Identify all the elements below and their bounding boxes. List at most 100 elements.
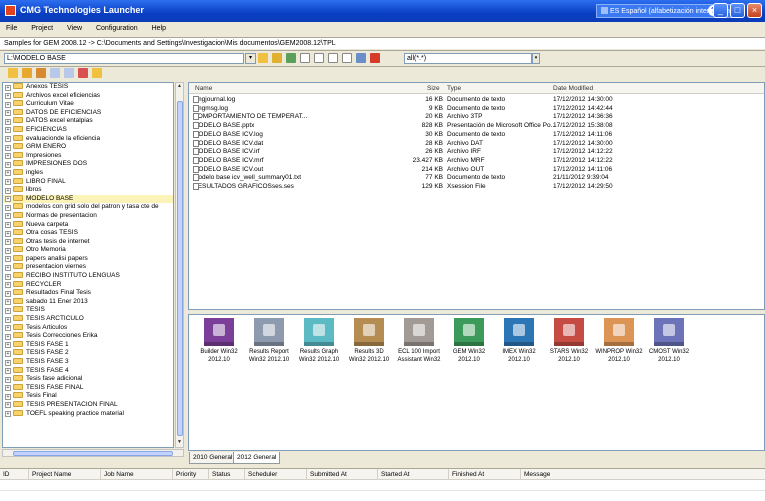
tree-folder-item[interactable]: + Resultados Final Tesis [3,289,173,298]
tree-folder-item[interactable]: + LIBRO FINAL [3,177,173,187]
tree-folder-item[interactable]: + libros [3,186,173,195]
col-status[interactable]: Status [208,469,230,480]
expand-icon[interactable]: + [5,299,11,306]
tab-2010-general[interactable]: 2010 General [189,452,237,464]
expand-icon[interactable]: + [5,204,11,211]
expand-icon[interactable]: + [5,127,11,134]
window-icon[interactable] [91,68,102,78]
small-icons-view-icon[interactable] [313,53,324,63]
file-row[interactable]: MODELO BASE ICV.irf 26 KB Archivo IRF 17/12… [189,148,764,157]
app-icon[interactable] [504,318,534,346]
menu-project[interactable]: Project [25,22,59,36]
expand-icon[interactable]: + [5,187,11,194]
expand-icon[interactable]: + [5,161,11,168]
tree-folder-item[interactable]: + TESIS FASE 1 [3,340,173,350]
delete-icon[interactable] [369,53,380,63]
col-submitted-at[interactable]: Submitted At [306,469,347,480]
expand-icon[interactable]: + [5,230,11,237]
app-launcher-item[interactable]: WINPROP Win32 2012.10 [592,318,646,364]
tree-folder-item[interactable]: + presentacion viernes [3,263,173,272]
tree-folder-item[interactable]: + TESIS FASE 4 [3,366,173,376]
tree-folder-item[interactable]: + Tesis Articulos [3,323,173,333]
tree-folder-item[interactable]: + Normas de presentacion [3,211,173,221]
hscroll-thumb[interactable] [13,451,173,456]
tree-folder-item[interactable]: + IMPRESIONES DOS [3,160,173,169]
details-view-icon[interactable] [341,53,352,63]
expand-icon[interactable]: + [5,402,11,409]
expand-icon[interactable]: + [5,256,11,263]
file-row[interactable]: cmgjournal.log 16 KB Documento de texto 17/… [189,96,764,105]
tree-folder-item[interactable]: + RECYCLER [3,280,173,290]
tree-folder-item[interactable]: + ingles [3,168,173,178]
col-id[interactable]: ID [0,469,10,480]
menu-configuration[interactable]: Configuration [90,22,144,36]
tree-folder-item[interactable]: + TESIS FASE 3 [3,358,173,367]
expand-icon[interactable]: + [5,307,11,314]
file-row[interactable]: MODELO BASE.pptx 828 KB Presentación de Mi… [189,122,764,131]
expand-icon[interactable]: + [5,170,11,177]
app-icon[interactable] [404,318,434,346]
col-type[interactable]: Type [447,83,461,94]
up-folder-icon[interactable] [271,53,282,63]
app-icon[interactable] [654,318,684,346]
col-job-name[interactable]: Job Name [100,469,134,480]
tree-folder-item[interactable]: + TESIS PRESENTACION FINAL [3,400,173,410]
col-name[interactable]: Name [195,83,212,94]
scroll-up-icon[interactable]: ▲ [176,83,183,91]
add-file-icon[interactable] [49,68,60,78]
tree-folder-item[interactable]: + Tesis Correcciones Erika [3,332,173,341]
expand-icon[interactable]: + [5,101,11,108]
large-icons-view-icon[interactable] [299,53,310,63]
expand-icon[interactable]: + [5,325,11,332]
app-icon[interactable] [204,318,234,346]
expand-icon[interactable]: + [5,368,11,375]
expand-icon[interactable]: + [5,393,11,400]
app-icon[interactable] [254,318,284,346]
expand-icon[interactable]: + [5,136,11,143]
expand-icon[interactable]: + [5,144,11,151]
app-launcher-item[interactable]: STARS Win32 2012.10 [542,318,596,364]
expand-icon[interactable]: + [5,196,11,203]
folder-tree[interactable]: + Anexos TESIS + Archivos excel eficiencias… [2,82,174,448]
open-folder-icon[interactable] [258,53,268,63]
filter-dropdown-button[interactable]: ▾ [532,53,540,64]
tree-folder-item[interactable]: + EFICIENCIAS [3,125,173,135]
col-scheduler[interactable]: Scheduler [244,469,277,480]
file-row[interactable]: MODELO BASE ICV.mrf 23.427 KB Archivo MRF 1… [189,156,764,166]
col-size[interactable]: Size [427,83,440,94]
file-row[interactable]: MODELO BASE ICV.out 214 KB Archivo OUT 17/1… [189,165,764,175]
list-view-icon[interactable] [327,53,338,63]
file-filter-select[interactable]: all(*.*) [404,53,532,64]
expand-icon[interactable]: + [5,385,11,392]
file-row[interactable]: MODELO BASE ICV.log 30 KB Documento de tex… [189,130,764,140]
tree-folder-item[interactable]: + TOEFL speaking practice material [3,409,173,419]
settings-icon[interactable] [63,68,74,78]
file-row[interactable]: RESULTADOS GRAFICOSses.ses 129 KB Xsession… [189,183,764,192]
tree-folder-item[interactable]: + modelos con grid solo del patron y tasa… [3,203,173,212]
path-dropdown-button[interactable]: ▾ [245,53,256,64]
tree-folder-item[interactable]: + papers analisi papers [3,254,173,264]
expand-icon[interactable]: + [5,359,11,366]
tab-2012-general[interactable]: 2012 General [233,452,281,464]
tree-folder-item[interactable]: + Archivos excel eficiencias [3,91,173,101]
app-icon[interactable] [554,318,584,346]
col-finished-at[interactable]: Finished At [448,469,484,480]
col-date[interactable]: Date Modified [553,83,593,94]
expand-icon[interactable]: + [5,316,11,323]
app-launcher-item[interactable]: Builder Win32 2012.10 [192,318,246,364]
file-row[interactable]: MODELO BASE ICV.dat 28 KB Archivo DAT 17/12… [189,139,764,149]
tree-folder-item[interactable]: + Otras tesis de internet [3,237,173,247]
expand-icon[interactable]: + [5,213,11,220]
save-project-icon[interactable] [35,68,46,78]
tree-folder-item[interactable]: + RECIBO INSTITUTO LENGUAS [3,272,173,281]
app-icon[interactable] [454,318,484,346]
tree-folder-item[interactable]: + Otra cosas TESIS [3,229,173,238]
file-row[interactable]: modelo base icv_well_summary01.txt 77 KB D… [189,174,764,183]
tree-folder-item[interactable]: + Nueva carpeta [3,220,173,230]
menu-help[interactable]: Help [146,22,172,36]
app-launcher-item[interactable]: Results Graph Win32 2012.10 [292,318,346,364]
expand-icon[interactable]: + [5,153,11,160]
expand-icon[interactable]: + [5,264,11,271]
app-launcher-item[interactable]: IMEX Win32 2012.10 [492,318,546,364]
tree-folder-item[interactable]: + Impresiones [3,151,173,161]
